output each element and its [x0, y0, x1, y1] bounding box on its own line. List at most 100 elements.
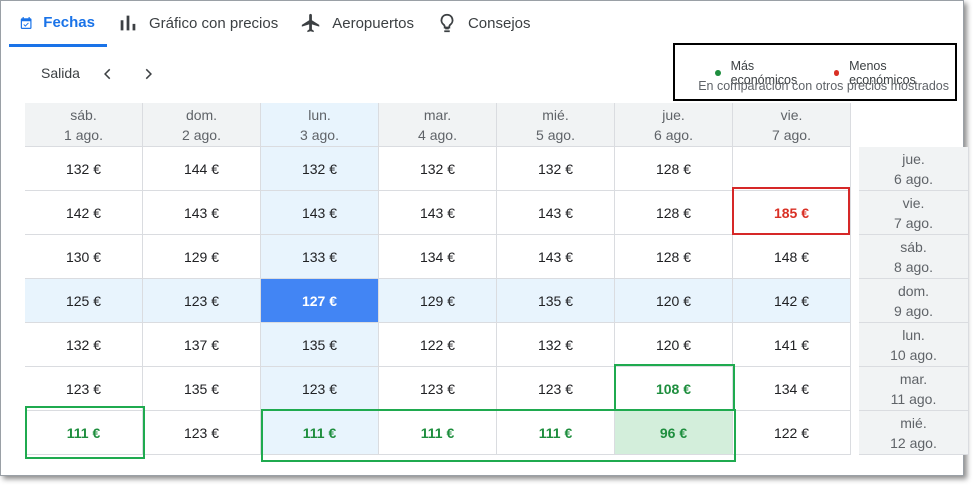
tab-label: Aeropuertos [332, 14, 414, 32]
date-label: 10 ago. [890, 346, 937, 363]
tab-consejos[interactable]: Consejos [426, 1, 543, 45]
price-cell[interactable]: 144 € [143, 147, 261, 191]
price-cell[interactable]: 142 € [25, 191, 143, 235]
price-cell[interactable]: 125 € [25, 279, 143, 323]
price-cell[interactable]: 143 € [497, 235, 615, 279]
price-cell[interactable]: 123 € [379, 367, 497, 411]
price-cell[interactable]: 123 € [143, 411, 261, 455]
price-cell[interactable]: 143 € [143, 191, 261, 235]
price-cell[interactable]: 137 € [143, 323, 261, 367]
price-cell[interactable]: 129 € [379, 279, 497, 323]
price-cell[interactable]: 122 € [379, 323, 497, 367]
price-cell[interactable]: 141 € [733, 323, 851, 367]
row-header: sáb. 8 ago. [859, 235, 969, 279]
chevron-right-icon [145, 68, 152, 80]
date-label: 6 ago. [654, 126, 693, 143]
price-cell[interactable]: 135 € [261, 323, 379, 367]
date-label: 3 ago. [300, 126, 339, 143]
day-label: mar. [423, 106, 452, 123]
price-cell[interactable]: 132 € [261, 147, 379, 191]
price-cell[interactable]: 185 € [733, 191, 851, 235]
tab-aeropuertos[interactable]: Aeropuertos [290, 1, 426, 45]
price-cell[interactable]: 120 € [615, 323, 733, 367]
price-cell[interactable]: 128 € [615, 191, 733, 235]
price-cell[interactable]: 127 € [261, 279, 379, 323]
prev-week-button[interactable] [99, 65, 117, 83]
price-cell[interactable]: 135 € [497, 279, 615, 323]
date-label: 7 ago. [772, 126, 811, 143]
date-label: 9 ago. [894, 302, 933, 319]
day-label: jue. [662, 106, 685, 123]
price-cell[interactable]: 128 € [615, 147, 733, 191]
legend-note: En comparación con otros precios mostrad… [698, 79, 949, 93]
price-cell[interactable]: 142 € [733, 279, 851, 323]
price-cell[interactable]: 134 € [733, 367, 851, 411]
red-dot-icon [833, 70, 840, 76]
day-label: mar. [899, 370, 928, 387]
price-cell[interactable]: 132 € [497, 323, 615, 367]
price-cell[interactable]: 111 € [497, 411, 615, 455]
day-label: dom. [897, 282, 930, 299]
tab-label: Fechas [43, 14, 95, 31]
tab-grafico-con-precios[interactable]: Gráfico con precios [107, 1, 290, 45]
price-cell[interactable]: 96 € [615, 411, 733, 455]
day-label: vie. [902, 194, 925, 211]
price-cell[interactable]: 111 € [25, 411, 143, 455]
price-cell[interactable]: 108 € [615, 367, 733, 411]
airplane-icon [302, 13, 320, 33]
column-header: lun. 3 ago. [261, 103, 379, 147]
date-label: 8 ago. [894, 258, 933, 275]
date-label: 7 ago. [894, 214, 933, 231]
next-week-button[interactable] [139, 65, 157, 83]
price-cell[interactable]: 132 € [379, 147, 497, 191]
price-cell[interactable]: 132 € [25, 147, 143, 191]
chevron-left-icon [104, 68, 111, 80]
price-cell[interactable]: 133 € [261, 235, 379, 279]
price-cell[interactable] [733, 147, 851, 191]
price-cell[interactable]: 122 € [733, 411, 851, 455]
price-cell[interactable]: 134 € [379, 235, 497, 279]
row-header: lun. 10 ago. [859, 323, 969, 367]
price-cell[interactable]: 132 € [25, 323, 143, 367]
row-header: dom. 9 ago. [859, 279, 969, 323]
row-header: vie. 7 ago. [859, 191, 969, 235]
price-cell[interactable]: 123 € [497, 367, 615, 411]
day-label: lun. [902, 326, 925, 343]
price-cell[interactable]: 120 € [615, 279, 733, 323]
day-label: sáb. [70, 106, 97, 123]
flight-dates-panel: Fechas Gráfico con precios Aeropuertos C… [0, 0, 969, 476]
price-cell[interactable]: 111 € [379, 411, 497, 455]
day-label: dom. [185, 106, 218, 123]
column-header: mié. 5 ago. [497, 103, 615, 147]
day-label: mié. [900, 414, 927, 431]
price-cell[interactable]: 143 € [497, 191, 615, 235]
day-label: mié. [542, 106, 569, 123]
day-label: vie. [780, 106, 803, 123]
date-label: 4 ago. [418, 126, 457, 143]
price-cell[interactable]: 143 € [261, 191, 379, 235]
price-cell[interactable]: 132 € [497, 147, 615, 191]
price-cell[interactable]: 129 € [143, 235, 261, 279]
row-header: jue. 6 ago. [859, 147, 969, 191]
price-cell[interactable]: 143 € [379, 191, 497, 235]
column-header: mar. 4 ago. [379, 103, 497, 147]
price-cell[interactable]: 130 € [25, 235, 143, 279]
tab-bar: Fechas Gráfico con precios Aeropuertos C… [9, 1, 543, 47]
date-label: 11 ago. [890, 390, 937, 407]
price-cell[interactable]: 123 € [143, 279, 261, 323]
green-dot-icon [715, 70, 721, 76]
price-cell[interactable]: 135 € [143, 367, 261, 411]
column-header: vie. 7 ago. [733, 103, 851, 147]
day-label: sáb. [900, 238, 927, 255]
price-cell[interactable]: 123 € [25, 367, 143, 411]
price-cell[interactable]: 148 € [733, 235, 851, 279]
price-cell[interactable]: 123 € [261, 367, 379, 411]
price-cell[interactable]: 111 € [261, 411, 379, 455]
column-header: jue. 6 ago. [615, 103, 733, 147]
day-label: jue. [902, 150, 925, 167]
price-cell[interactable]: 128 € [615, 235, 733, 279]
tab-fechas[interactable]: Fechas [9, 1, 107, 47]
calendar-check-icon [20, 16, 32, 29]
bar-chart-icon [120, 15, 136, 31]
tab-label: Consejos [467, 14, 531, 32]
